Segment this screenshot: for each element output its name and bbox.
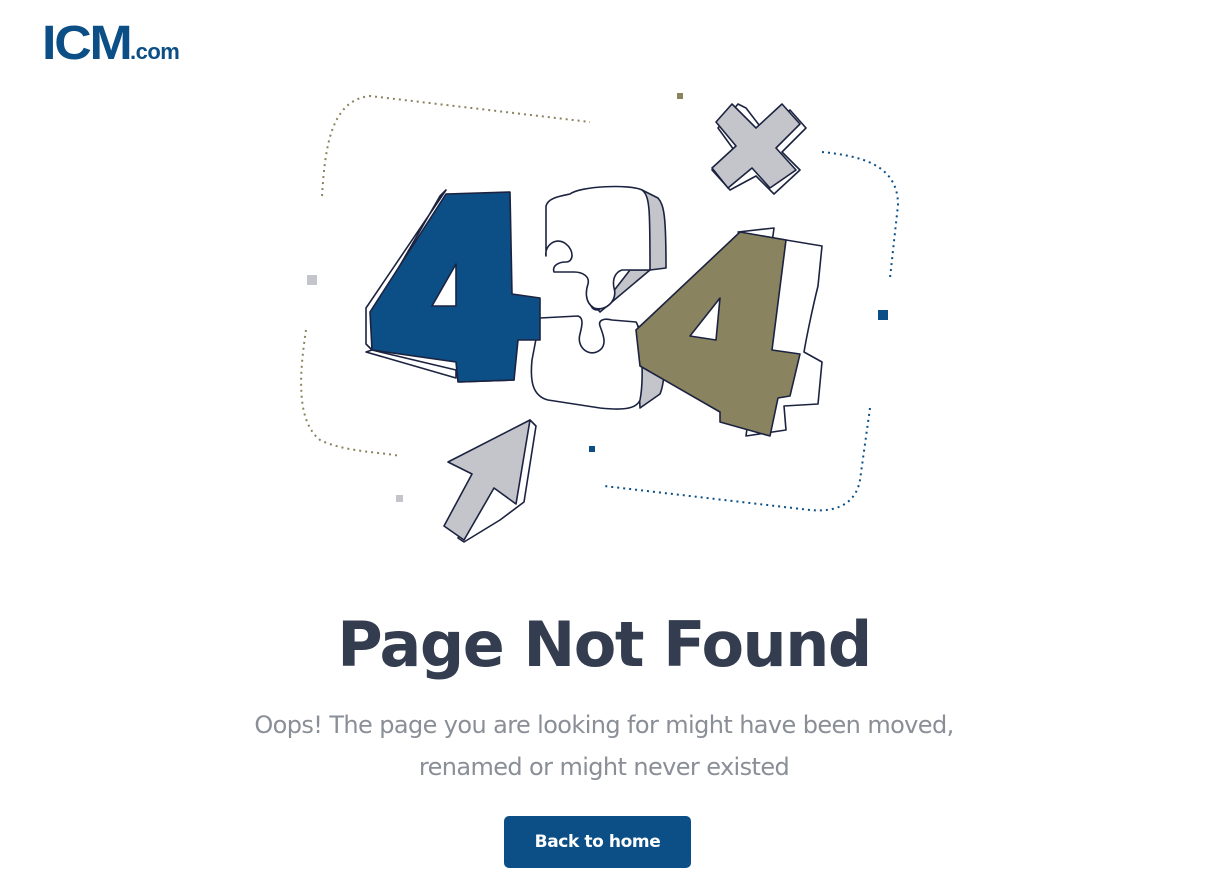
404-illustration — [300, 93, 900, 543]
decor-square-gray — [307, 275, 317, 285]
error-message-line-2: renamed or might never existed — [418, 753, 790, 781]
logo-domain-suffix: .com — [129, 39, 180, 64]
logo-wordmark: ICM — [42, 17, 133, 70]
decor-square-blue-small — [589, 446, 595, 452]
decor-square-olive — [677, 93, 683, 99]
cursor-arrow-icon — [443, 419, 537, 543]
error-message: Oops! The page you are looking for might… — [204, 704, 1004, 788]
decor-square-gray-small — [396, 495, 403, 502]
dotted-frame-top-right — [821, 151, 900, 279]
x-symbol — [711, 103, 807, 195]
decor-square-blue — [878, 310, 888, 320]
icm-logo[interactable]: ICM .com — [42, 17, 180, 70]
error-message-line-1: Oops! The page you are looking for might… — [254, 711, 954, 739]
error-page: ICM .com Page Not Found Oops! The page y… — [0, 0, 1208, 896]
digit-four-left — [365, 189, 541, 383]
dotted-frame-top-left — [321, 94, 591, 197]
back-to-home-button[interactable]: Back to home — [504, 816, 691, 868]
puzzle-zero — [530, 185, 667, 410]
page-title: Page Not Found — [337, 608, 872, 681]
